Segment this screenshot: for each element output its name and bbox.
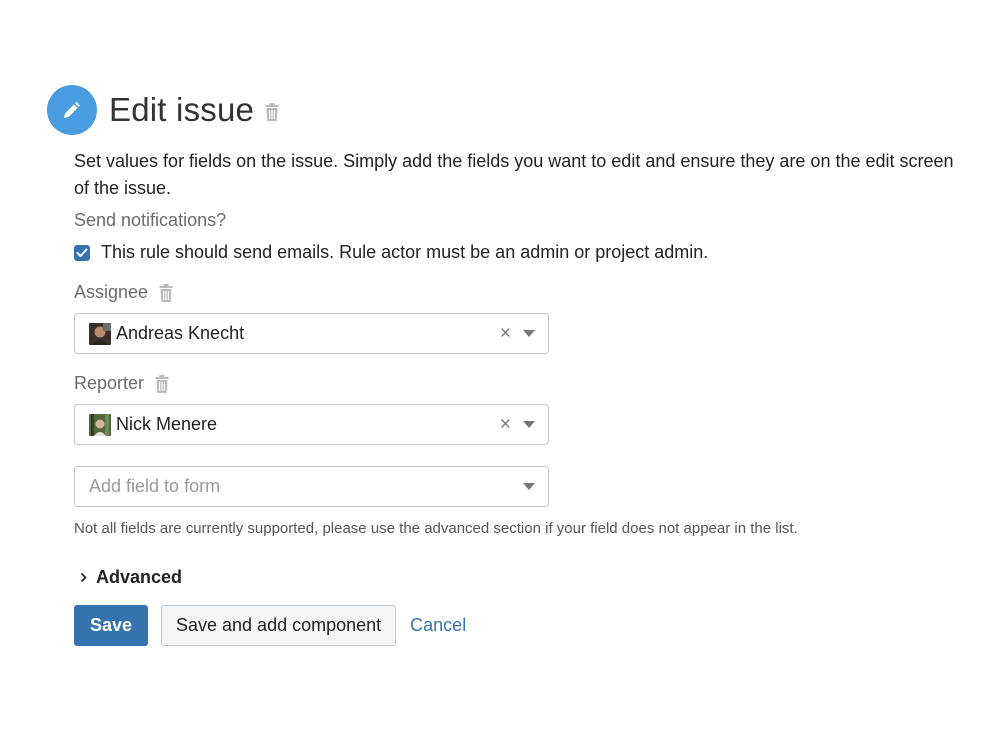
reporter-label: Reporter xyxy=(74,373,145,393)
chevron-down-icon[interactable] xyxy=(523,421,535,428)
send-emails-checkbox[interactable] xyxy=(74,244,90,261)
edit-issue-page: Edit issue Set values for fields on the … xyxy=(0,0,999,732)
avatar xyxy=(89,322,111,345)
add-field-select[interactable]: Add field to form xyxy=(74,466,549,507)
help-text: Not all fields are currently supported, … xyxy=(74,520,798,537)
advanced-toggle[interactable]: Advanced xyxy=(80,567,954,588)
assignee-label-row: Assignee xyxy=(74,282,954,303)
save-button[interactable]: Save xyxy=(74,605,148,646)
trash-icon[interactable] xyxy=(265,103,279,121)
cancel-link[interactable]: Cancel xyxy=(410,615,466,636)
reporter-label-row: Reporter xyxy=(74,373,954,394)
save-and-add-component-button[interactable]: Save and add component xyxy=(161,605,397,646)
chevron-right-icon xyxy=(80,572,87,583)
send-emails-row[interactable]: This rule should send emails. Rule actor… xyxy=(74,242,954,263)
clear-icon[interactable]: × xyxy=(500,324,511,343)
trash-icon[interactable] xyxy=(155,374,169,393)
send-emails-label: This rule should send emails. Rule actor… xyxy=(101,242,709,262)
add-field-placeholder: Add field to form xyxy=(89,476,221,496)
assignee-label: Assignee xyxy=(74,282,149,302)
chevron-down-icon[interactable] xyxy=(523,330,535,337)
page-title: Edit issue xyxy=(109,91,255,128)
description-text: Set values for fields on the issue. Simp… xyxy=(74,151,954,198)
reporter-value: Nick Menere xyxy=(116,414,218,434)
action-buttons: Save Save and add component Cancel xyxy=(74,605,954,646)
advanced-label: Advanced xyxy=(96,567,183,587)
reporter-select[interactable]: Nick Menere × xyxy=(74,404,549,445)
trash-icon[interactable] xyxy=(159,283,173,302)
assignee-value: Andreas Knecht xyxy=(116,323,245,343)
clear-icon[interactable]: × xyxy=(500,415,511,434)
pencil-icon xyxy=(47,85,97,135)
page-header: Edit issue xyxy=(47,85,279,135)
notifications-label: Send notifications? xyxy=(74,210,227,230)
avatar xyxy=(89,413,111,436)
chevron-down-icon[interactable] xyxy=(523,483,535,490)
form-content: Set values for fields on the issue. Simp… xyxy=(74,148,954,646)
assignee-select[interactable]: Andreas Knecht × xyxy=(74,313,549,354)
